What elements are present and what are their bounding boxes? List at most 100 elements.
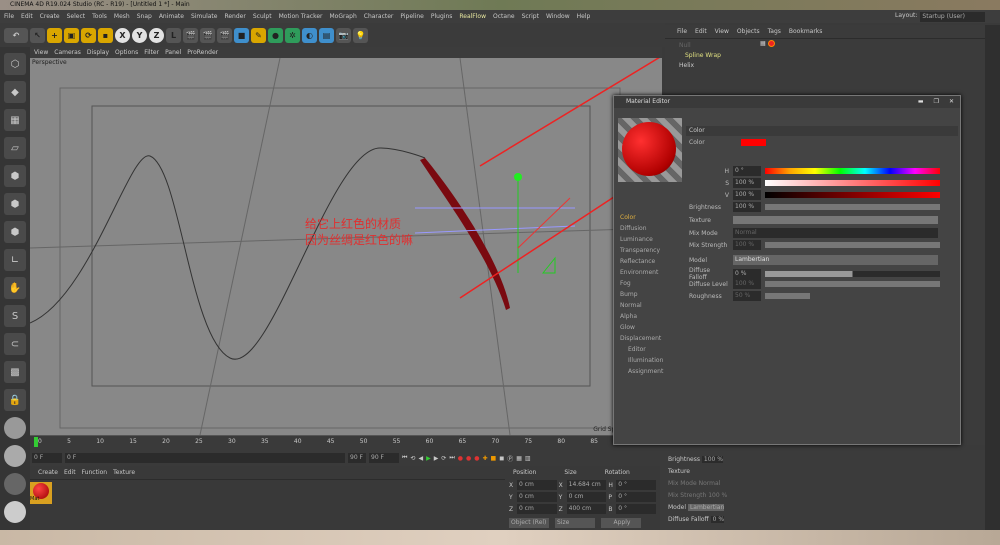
value-field[interactable]: 100 % bbox=[733, 190, 761, 200]
menu-motion-tracker[interactable]: Motion Tracker bbox=[279, 10, 323, 23]
channel-environment[interactable]: Environment bbox=[614, 269, 674, 280]
channel-color[interactable]: Color bbox=[614, 214, 674, 225]
menu-tools[interactable]: Tools bbox=[92, 10, 107, 23]
render-settings-icon[interactable]: 🎬 bbox=[217, 27, 232, 43]
hue-field[interactable]: 0 ° bbox=[733, 166, 761, 176]
menu-help[interactable]: Help bbox=[577, 10, 591, 23]
autokey-icon[interactable]: ● bbox=[466, 455, 471, 462]
recent-tool-icon[interactable]: ▪ bbox=[98, 27, 113, 43]
apply-button[interactable]: Apply bbox=[601, 518, 641, 528]
cube-icon[interactable]: ■ bbox=[234, 27, 249, 43]
channel-glow[interactable]: Glow bbox=[614, 324, 674, 335]
material-editor-titlebar[interactable]: Material Editor ▬ ❐ ✕ bbox=[614, 96, 960, 108]
make-editable-icon[interactable]: ⬡ bbox=[4, 53, 26, 75]
object-menu-tags[interactable]: Tags bbox=[768, 28, 781, 35]
attr-brightness-field[interactable]: 100 % bbox=[701, 456, 723, 463]
coord-field[interactable]: 0 cm bbox=[516, 492, 557, 502]
tweak-mode-icon[interactable]: ✋ bbox=[4, 277, 26, 299]
light-icon[interactable]: 💡 bbox=[353, 27, 368, 43]
channel-bump[interactable]: Bump bbox=[614, 291, 674, 302]
viewport-menu-panel[interactable]: Panel bbox=[165, 47, 181, 58]
sphere-shading-icon[interactable] bbox=[4, 417, 26, 439]
workplane-icon[interactable]: ▱ bbox=[4, 137, 26, 159]
close-icon[interactable]: ✕ bbox=[949, 96, 954, 108]
object-menu-bookmarks[interactable]: Bookmarks bbox=[789, 28, 823, 35]
object-menu-view[interactable]: View bbox=[715, 28, 729, 35]
object-row[interactable]: Helix bbox=[675, 61, 975, 71]
model-mode-icon[interactable]: ◆ bbox=[4, 81, 26, 103]
channel-diffusion[interactable]: Diffusion bbox=[614, 225, 674, 236]
timeline-ruler[interactable]: 0 5 10 15 20 25 30 35 40 45 50 55 60 65 70 75 80 85 bbox=[30, 435, 660, 449]
menu-character[interactable]: Character bbox=[364, 10, 394, 23]
frame-range-slider[interactable]: 0 F bbox=[65, 453, 345, 463]
material-tag-icon[interactable] bbox=[767, 40, 775, 47]
brightness-field[interactable]: 100 % bbox=[733, 202, 761, 212]
coordinate-mode-dropdown[interactable]: Object (Rel) bbox=[509, 518, 549, 528]
timeline-icon[interactable]: ▥ bbox=[525, 455, 531, 462]
coord-field[interactable]: 0 ° bbox=[616, 480, 657, 490]
texture-slot[interactable] bbox=[733, 216, 938, 224]
saturation-slider[interactable] bbox=[765, 180, 940, 186]
camera-icon[interactable]: 📷 bbox=[336, 27, 351, 43]
sphere-shading-icon[interactable] bbox=[4, 473, 26, 495]
menu-mograph[interactable]: MoGraph bbox=[330, 10, 357, 23]
next-frame-icon[interactable]: ▶ bbox=[434, 455, 439, 462]
roughness-slider[interactable] bbox=[765, 293, 810, 299]
color-swatch[interactable] bbox=[741, 139, 766, 146]
rotate-tool-icon[interactable]: ⟳ bbox=[81, 27, 96, 43]
object-menu-file[interactable]: File bbox=[677, 28, 687, 35]
rotation-key-icon[interactable]: ◼ bbox=[499, 455, 504, 462]
menu-window[interactable]: Window bbox=[546, 10, 570, 23]
channel-normal[interactable]: Normal bbox=[614, 302, 674, 313]
pla-key-icon[interactable]: ▦ bbox=[516, 455, 522, 462]
record-icon[interactable]: ● bbox=[458, 455, 463, 462]
menu-script[interactable]: Script bbox=[522, 10, 539, 23]
viewport-menu-filter[interactable]: Filter bbox=[144, 47, 159, 58]
material-menu-texture[interactable]: Texture bbox=[113, 469, 135, 476]
value-slider[interactable] bbox=[765, 192, 940, 198]
texture-mode-icon[interactable]: ▦ bbox=[4, 109, 26, 131]
y-axis-icon[interactable]: Y bbox=[132, 27, 147, 43]
attr-mix-strength-field[interactable]: 100 % bbox=[708, 492, 727, 499]
goto-end-icon[interactable]: ⏭ bbox=[449, 454, 454, 462]
roughness-field[interactable]: 50 % bbox=[733, 291, 761, 301]
viewport-menu-prorender[interactable]: ProRender bbox=[187, 47, 218, 58]
render-view-icon[interactable]: 🎬 bbox=[183, 27, 198, 43]
viewport-menu-view[interactable]: View bbox=[34, 47, 48, 58]
hue-slider[interactable] bbox=[765, 168, 940, 174]
saturation-field[interactable]: 100 % bbox=[733, 178, 761, 188]
points-mode-icon[interactable]: ⬢ bbox=[4, 165, 26, 187]
menu-plugins[interactable]: Plugins bbox=[431, 10, 453, 23]
move-tool-icon[interactable]: + bbox=[47, 27, 62, 43]
subdivision-icon[interactable]: ● bbox=[268, 27, 283, 43]
spline-wrap-tag-icon[interactable]: ▦ bbox=[760, 40, 766, 47]
floor-icon[interactable]: ▤ bbox=[319, 27, 334, 43]
play-icon[interactable]: ▶ bbox=[426, 455, 431, 462]
undo-icon[interactable]: ↶ bbox=[4, 27, 28, 43]
x-axis-icon[interactable]: X bbox=[115, 27, 130, 43]
layout-dropdown[interactable]: Startup (User) bbox=[920, 12, 986, 22]
menu-create[interactable]: Create bbox=[40, 10, 60, 23]
coord-field[interactable]: 14.684 cm bbox=[566, 480, 607, 490]
layout-selector[interactable]: Layout: Startup (User) bbox=[895, 12, 986, 22]
coord-field[interactable]: 0 cm bbox=[566, 492, 607, 502]
model-dropdown[interactable]: Lambertian bbox=[733, 255, 938, 265]
position-key-icon[interactable]: ✚ bbox=[483, 455, 488, 462]
viewport-menu-options[interactable]: Options bbox=[115, 47, 138, 58]
polygons-mode-icon[interactable]: ⬢ bbox=[4, 221, 26, 243]
snap-icon[interactable]: S bbox=[4, 305, 26, 327]
menu-pipeline[interactable]: Pipeline bbox=[400, 10, 423, 23]
coordinate-system-icon[interactable]: L bbox=[166, 27, 181, 43]
material-menu-function[interactable]: Function bbox=[82, 469, 108, 476]
start-frame-field[interactable]: 0 F bbox=[32, 453, 62, 463]
menu-simulate[interactable]: Simulate bbox=[191, 10, 218, 23]
menu-mesh[interactable]: Mesh bbox=[114, 10, 130, 23]
scale-key-icon[interactable]: ■ bbox=[491, 455, 497, 462]
edges-mode-icon[interactable]: ⬢ bbox=[4, 193, 26, 215]
attr-diffuse-falloff-field[interactable]: 0 % bbox=[710, 516, 725, 523]
material-menu-create[interactable]: Create bbox=[38, 469, 58, 476]
viewport-menu-cameras[interactable]: Cameras bbox=[54, 47, 81, 58]
param-key-icon[interactable]: Ⓟ bbox=[507, 454, 513, 463]
brightness-slider[interactable] bbox=[765, 204, 940, 210]
magnet-icon[interactable]: ⊂ bbox=[4, 333, 26, 355]
